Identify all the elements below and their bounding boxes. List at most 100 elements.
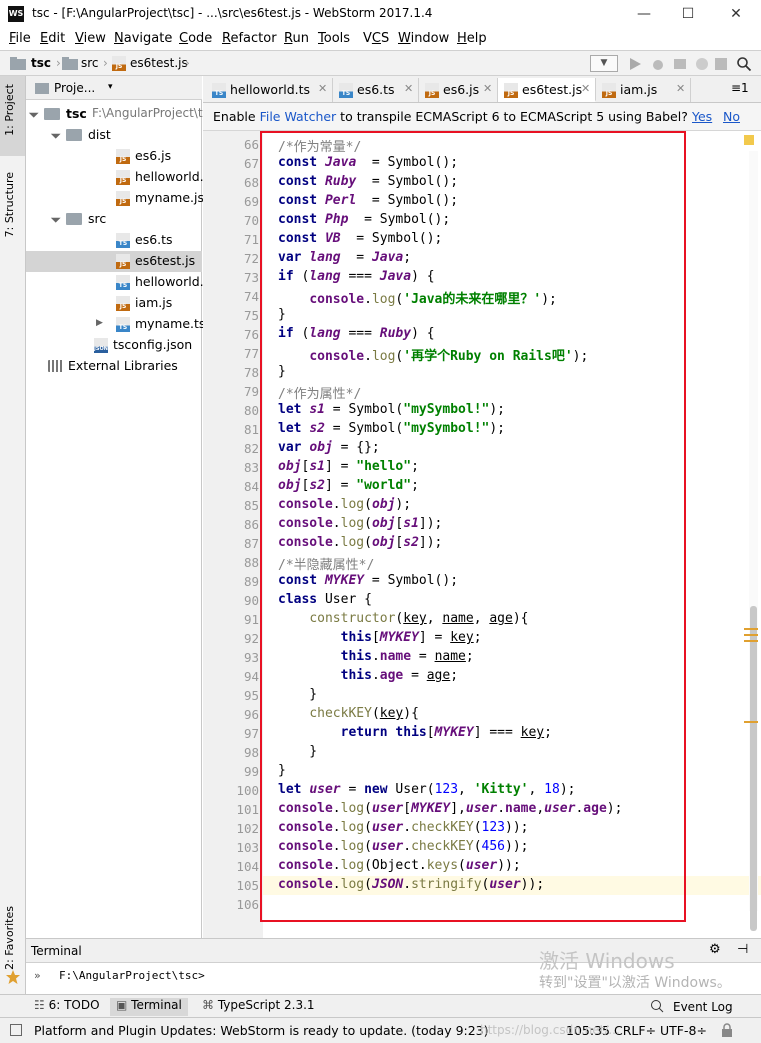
hide-panel-icon[interactable]: ⊣ — [737, 942, 748, 957]
file-watcher-link[interactable]: File Watcher — [260, 109, 337, 124]
line-number: 99 — [243, 764, 259, 779]
chevron-down-icon[interactable]: ◢ — [27, 107, 39, 119]
tree-item-myname-ts[interactable]: ▶ TS myname.ts — [26, 314, 206, 335]
tree-item-label: myname.ts — [135, 316, 206, 331]
scrollbar-thumb[interactable] — [750, 606, 757, 931]
debug-icon[interactable] — [650, 56, 666, 72]
event-log-icon[interactable] — [650, 999, 665, 1014]
webstorm-window: WS tsc - [F:\AngularProject\tsc] - ...\s… — [0, 0, 761, 1043]
code-editor[interactable]: 66 67 68 69 70 71 72 73 74 75 76 77 78 79 80 81 82 83 84 85… — [203, 131, 761, 938]
file-encoding[interactable]: UTF-8÷ — [660, 1023, 707, 1038]
status-toggle-icon[interactable] — [10, 1024, 22, 1036]
gear-icon[interactable]: ⚙ — [709, 942, 721, 957]
menu-view[interactable]: View — [75, 31, 106, 46]
js-file-icon: JS — [116, 191, 130, 206]
close-icon[interactable]: ✕ — [676, 82, 685, 95]
close-icon[interactable]: ✕ — [483, 82, 492, 95]
chevron-down-icon[interactable]: ◢ — [49, 212, 61, 224]
lock-icon[interactable] — [720, 1023, 734, 1038]
menu-edit[interactable]: Edit — [40, 31, 65, 46]
menu-navigate[interactable]: Navigate — [114, 31, 172, 46]
error-stripe-marker[interactable] — [744, 634, 758, 636]
breadcrumb-file[interactable]: es6test.js — [130, 56, 188, 70]
tab-iam-js[interactable]: JS iam.js ✕ — [596, 78, 691, 102]
menu-refactor[interactable]: Refactor — [222, 31, 277, 46]
menu-window[interactable]: Window — [398, 31, 449, 46]
breadcrumb-folder[interactable]: src — [81, 56, 99, 70]
project-view-selector[interactable]: Proje... — [54, 81, 95, 95]
tab-es6-js[interactable]: JS es6.js ✕ — [419, 78, 498, 102]
tab-es6test-js[interactable]: JS es6test.js ✕ — [498, 78, 596, 102]
bottom-tab-6-todo[interactable]: ☷ 6: TODO — [34, 998, 100, 1016]
event-log-button[interactable]: Event Log — [673, 1000, 733, 1014]
terminal-prompt[interactable]: F:\AngularProject\tsc> — [59, 969, 205, 982]
tree-item-helloworld-ts[interactable]: TS helloworld.ts — [26, 272, 215, 293]
run-icon[interactable] — [628, 57, 642, 71]
favorites-tool-tab[interactable]: 2: Favorites — [3, 906, 16, 970]
tree-item-tsc[interactable]: ◢ tsc F:\AngularProject\t — [26, 104, 202, 125]
search-icon[interactable] — [736, 56, 752, 72]
maximize-button[interactable]: ☐ — [678, 4, 698, 24]
editor-scrollbar[interactable] — [749, 151, 758, 931]
line-number: 71 — [243, 232, 259, 247]
line-number: 79 — [243, 384, 259, 399]
tree-item-es6-js[interactable]: JS es6.js — [26, 146, 202, 167]
status-message[interactable]: Platform and Plugin Updates: WebStorm is… — [34, 1023, 489, 1038]
menu-run[interactable]: Run — [284, 31, 309, 46]
menu-tools[interactable]: Tools — [318, 31, 350, 46]
js-file-icon: JS — [504, 83, 518, 98]
error-stripe-marker[interactable] — [744, 628, 758, 630]
line-number: 83 — [243, 460, 259, 475]
minimize-button[interactable]: — — [634, 4, 654, 24]
profile-icon[interactable] — [694, 56, 710, 72]
menu-file[interactable]: File — [9, 31, 31, 46]
tree-item-es6-ts[interactable]: TS es6.ts — [26, 230, 202, 251]
line-number: 95 — [243, 688, 259, 703]
tree-item-external-libraries[interactable]: External Libraries — [26, 356, 202, 377]
project-tool-tab[interactable]: 1: Project — [3, 84, 16, 136]
error-stripe-marker[interactable] — [744, 640, 758, 642]
structure-tool-tab[interactable]: 7: Structure — [3, 172, 16, 237]
close-icon[interactable]: ✕ — [318, 82, 327, 95]
breadcrumb-separator-icon: › — [56, 56, 61, 70]
tree-item-iam-js[interactable]: JS iam.js — [26, 293, 202, 314]
bottom-tab-terminal[interactable]: ▣ Terminal — [110, 998, 188, 1016]
line-number: 81 — [243, 422, 259, 437]
close-button[interactable]: ✕ — [726, 4, 746, 24]
line-number: 101 — [236, 802, 259, 817]
line-number: 92 — [243, 631, 259, 646]
tab-helloworld-ts[interactable]: TS helloworld.ts ✕ — [206, 78, 333, 102]
tree-item-helloworld-js[interactable]: JS helloworld.js — [26, 167, 214, 188]
error-stripe-marker[interactable] — [744, 721, 758, 723]
menu-help[interactable]: Help — [457, 31, 487, 46]
project-panel-header: Proje... ▾ — [26, 76, 202, 100]
tree-item-src[interactable]: ◢ src — [26, 209, 202, 230]
close-icon[interactable]: ✕ — [581, 82, 590, 95]
todo-icon: ☷ — [34, 998, 49, 1012]
bottom-tab-typescript-2-3-1[interactable]: ⌘ TypeScript 2.3.1 — [202, 998, 315, 1016]
line-number: 88 — [243, 555, 259, 570]
line-number: 84 — [243, 479, 259, 494]
tree-item-es6test-js[interactable]: JS es6test.js — [26, 251, 202, 272]
close-icon[interactable]: ✕ — [404, 82, 413, 95]
coverage-icon[interactable] — [672, 56, 688, 72]
terminal-tab-chevron-icon[interactable]: » — [34, 969, 41, 982]
menu-vcs[interactable]: VCS — [363, 31, 389, 46]
tree-item-label: External Libraries — [68, 358, 178, 373]
notification-no-link[interactable]: No — [723, 109, 740, 124]
notification-yes-link[interactable]: Yes — [692, 109, 712, 124]
run-config-dropdown[interactable]: ▼ — [590, 55, 618, 72]
tab-es6-ts[interactable]: TS es6.ts ✕ — [333, 78, 419, 102]
tree-item-myname-js[interactable]: JS myname.js — [26, 188, 204, 209]
tree-item-dist[interactable]: ◢ dist — [26, 125, 202, 146]
tree-item-tsconfig-json[interactable]: JSON tsconfig.json — [26, 335, 202, 356]
breadcrumb-project[interactable]: tsc — [31, 56, 51, 70]
stop-icon[interactable] — [714, 57, 728, 71]
line-separator[interactable]: CRLF÷ — [614, 1023, 656, 1038]
chevron-right-icon[interactable]: ▶ — [96, 318, 103, 328]
menu-code[interactable]: Code — [179, 31, 212, 46]
chevron-down-icon[interactable]: ◢ — [49, 128, 61, 140]
tabs-overflow-button[interactable]: ≡1 — [731, 81, 749, 95]
chevron-down-icon[interactable]: ▾ — [108, 82, 113, 92]
line-number: 80 — [243, 403, 259, 418]
